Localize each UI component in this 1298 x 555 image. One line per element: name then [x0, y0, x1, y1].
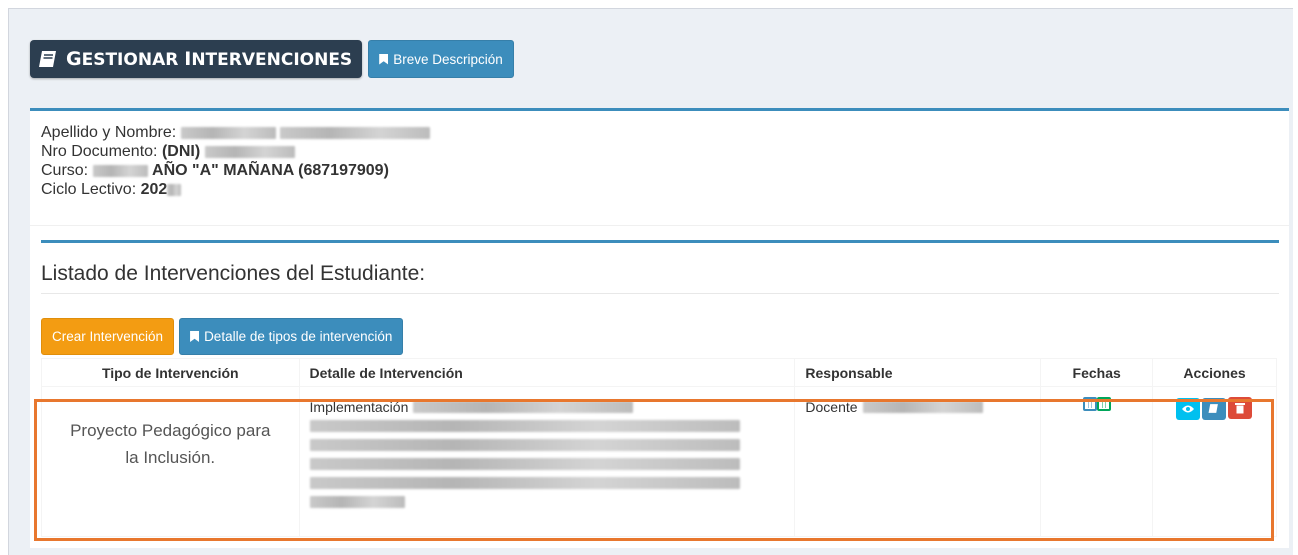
page-title: GESTIONAR INTERVENCIONES [30, 40, 363, 78]
interventions-actions: Crear Intervención Detalle de tipos de i… [41, 318, 404, 355]
course-value: AÑO "A" MAÑANA (687197909) [152, 162, 389, 179]
redacted-text [309, 476, 740, 489]
cell-fechas [1040, 386, 1154, 537]
detalle-line [309, 473, 785, 492]
column-header-acciones: Acciones [1152, 358, 1277, 387]
interventions-title: Listado de Intervenciones del Estudiante… [41, 262, 426, 285]
table-header-row: Tipo de Intervención Detalle de Interven… [41, 358, 1277, 387]
cell-acciones [1152, 386, 1277, 537]
cell-detalle: Implementación [298, 386, 796, 537]
intervention-types-button[interactable]: Detalle de tipos de intervención [179, 318, 404, 355]
responsable-line: Docente [805, 397, 1030, 416]
student-name-row: Apellido y Nombre: [41, 123, 431, 142]
responsable-text: Docente [805, 398, 858, 415]
create-intervention-button[interactable]: Crear Intervención [41, 318, 175, 355]
interventions-table: Tipo de Intervención Detalle de Interven… [41, 358, 1277, 537]
course-label: Curso: [41, 162, 89, 179]
table-row: Proyecto Pedagógico para la Inclusión. I… [41, 386, 1277, 537]
name-label: Apellido y Nombre: [41, 124, 177, 141]
calendar-icon[interactable] [1082, 397, 1097, 411]
redacted-text [280, 126, 431, 139]
redacted-text [167, 183, 182, 196]
cell-responsable: Docente [794, 386, 1042, 537]
create-intervention-label: Crear Intervención [52, 329, 164, 344]
detalle-line: Implementación [310, 397, 785, 416]
redacted-text [92, 164, 148, 177]
student-info: Apellido y Nombre: Nro Documento: (DNI) … [41, 123, 431, 199]
divider [41, 293, 1279, 294]
cycle-value: 202 [140, 181, 168, 198]
delete-button[interactable] [1227, 397, 1252, 419]
tipo-line: Proyecto Pedagógico para [70, 421, 271, 440]
redacted-text [180, 126, 276, 139]
redacted-text [309, 457, 740, 470]
trash-icon [1234, 403, 1245, 414]
detalle-text: Implementación [309, 398, 409, 415]
column-header-tipo: Tipo de Intervención [41, 358, 300, 387]
doc-label: Nro Documento: [41, 143, 158, 160]
student-box: Apellido y Nombre: Nro Documento: (DNI) … [30, 108, 1289, 548]
redacted-text [862, 400, 983, 413]
detalle-line [309, 454, 785, 473]
redacted-text [309, 419, 740, 432]
divider [30, 225, 1289, 226]
book-icon [1208, 404, 1218, 413]
cycle-label: Ciclo Lectivo: [41, 181, 137, 198]
calendar-icon[interactable] [1096, 397, 1111, 411]
bookmark-icon [379, 53, 389, 65]
interventions-box: Listado de Intervenciones del Estudiante… [41, 240, 1279, 545]
bookmark-icon [190, 331, 200, 342]
detalle-line [309, 435, 785, 454]
column-header-detalle: Detalle de Intervención [298, 358, 796, 387]
redacted-text [309, 495, 405, 508]
brief-description-button[interactable]: Breve Descripción [368, 40, 514, 78]
eye-icon [1181, 405, 1194, 413]
brief-description-label: Breve Descripción [393, 51, 503, 67]
student-doc-row: Nro Documento: (DNI) [41, 142, 430, 161]
tipo-text: Proyecto Pedagógico para la Inclusión. [52, 397, 289, 471]
page-header: GESTIONAR INTERVENCIONES Breve Descripci… [30, 40, 514, 78]
column-header-fechas: Fechas [1040, 358, 1154, 387]
title-text: GESTIONAR INTERVENCIONES [66, 48, 353, 70]
cell-tipo: Proyecto Pedagógico para la Inclusión. [41, 386, 300, 537]
redacted-text [204, 145, 295, 158]
book-icon [39, 51, 56, 67]
student-course-row: Curso: AÑO "A" MAÑANA (687197909) [41, 161, 430, 180]
redacted-text [309, 438, 740, 451]
detalle-line [309, 492, 785, 511]
view-button[interactable] [1175, 398, 1200, 420]
student-cycle-row: Ciclo Lectivo: 202 [41, 180, 430, 199]
intervention-types-label: Detalle de tipos de intervención [204, 329, 393, 344]
column-header-responsable: Responsable [794, 358, 1042, 387]
detalle-line [309, 416, 785, 435]
redacted-text [413, 400, 634, 413]
tipo-line: la Inclusión. [125, 448, 216, 467]
edit-button[interactable] [1201, 397, 1226, 420]
doc-type: (DNI) [161, 143, 201, 160]
